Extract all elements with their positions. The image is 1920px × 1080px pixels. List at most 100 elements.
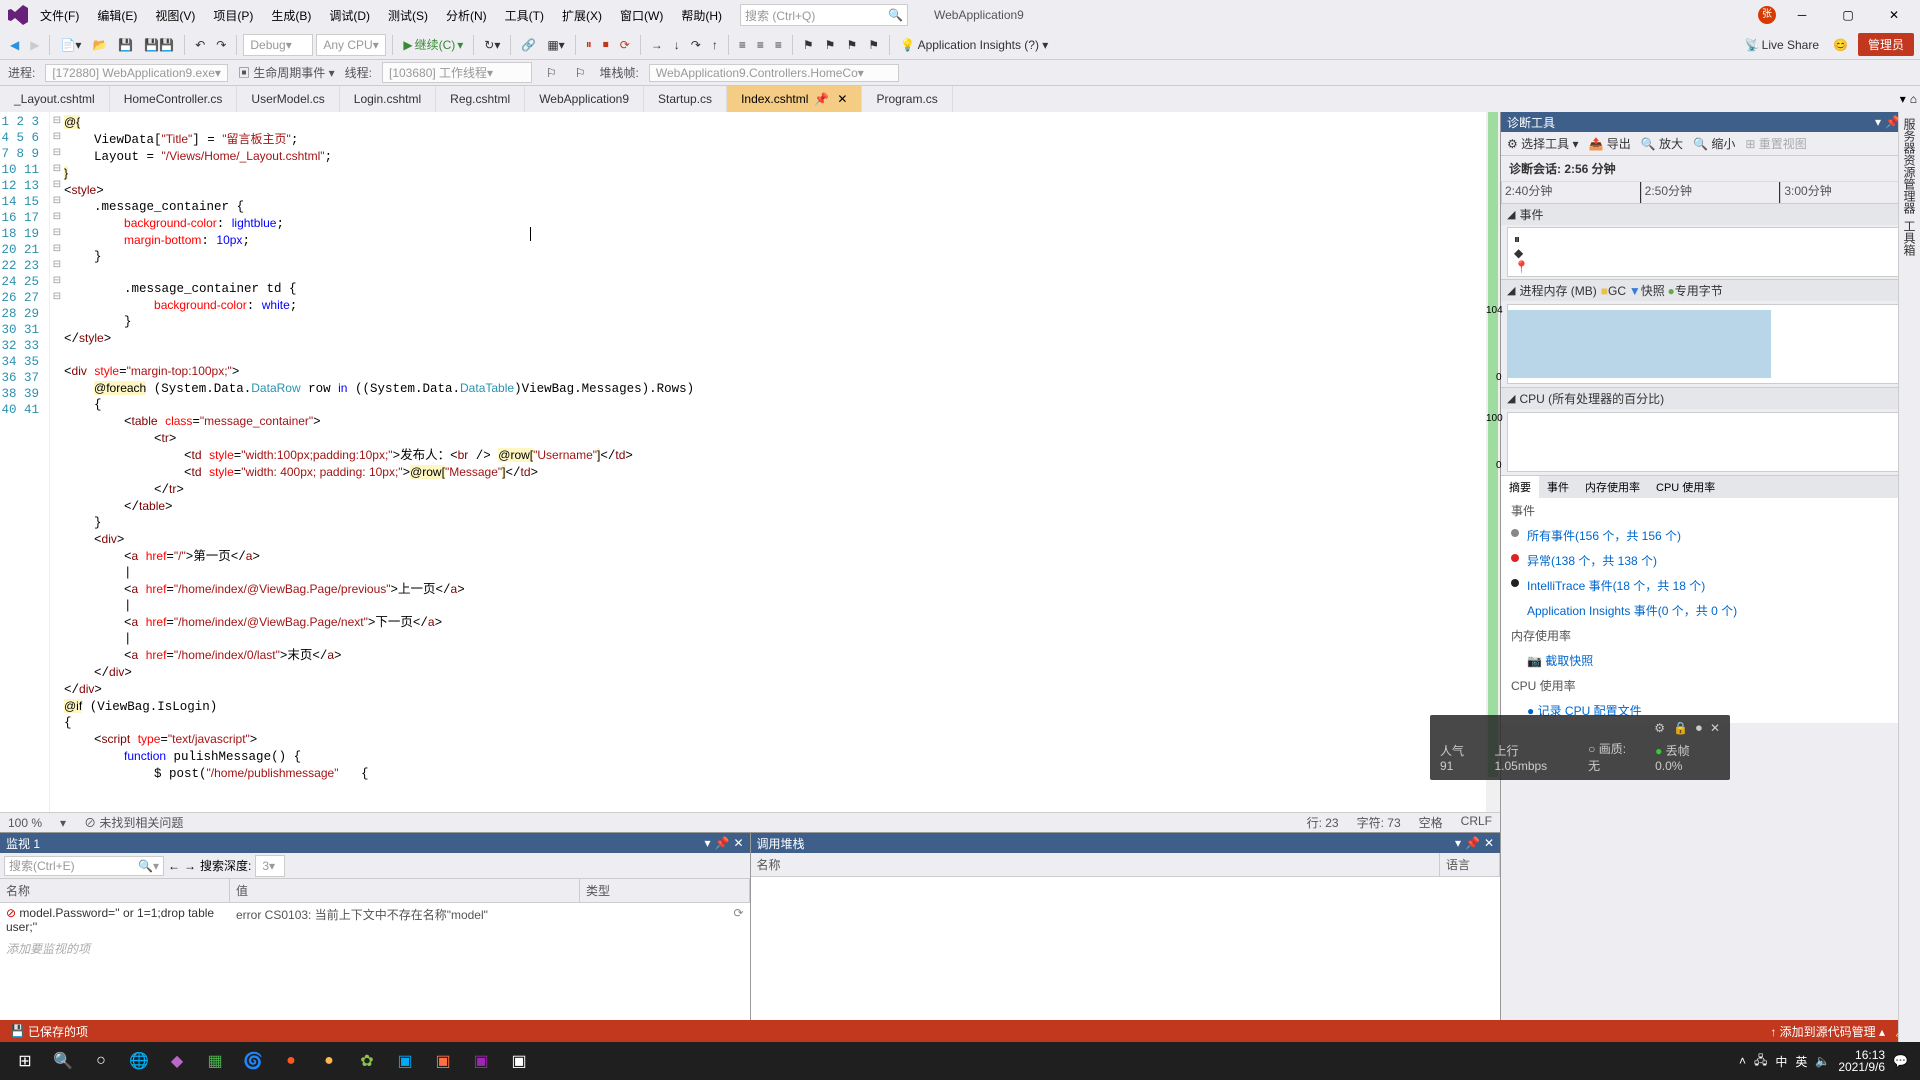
tab-summary[interactable]: 摘要	[1501, 476, 1539, 498]
app-icon[interactable]: ●	[272, 1042, 310, 1080]
add-to-source-control[interactable]: ↑ 添加到源代码管理 ▴	[1770, 1023, 1885, 1040]
undo-icon[interactable]: ↶	[191, 35, 209, 55]
taskbar-search-icon[interactable]: 🔍	[44, 1042, 82, 1080]
issues-indicator[interactable]: ⊘ 未找到相关问题	[84, 814, 183, 831]
nav-back-icon[interactable]: ◀	[6, 35, 23, 55]
doc-outline-icon[interactable]: ▦▾	[543, 35, 568, 55]
restart-debug-icon[interactable]: ⟳	[616, 35, 634, 55]
config-combo[interactable]: Debug ▾	[243, 34, 313, 56]
tab-login[interactable]: Login.cshtml	[340, 86, 436, 112]
depth-combo[interactable]: 3 ▾	[255, 855, 285, 877]
panel-dropdown-icon[interactable]: ▾	[1875, 115, 1881, 129]
panel-close-icon[interactable]: ✕	[1484, 836, 1494, 850]
eol-mode[interactable]: CRLF	[1461, 814, 1492, 831]
app-icon[interactable]: ▣	[424, 1042, 462, 1080]
export-button[interactable]: 📤 导出	[1588, 135, 1630, 152]
col-lang[interactable]: 语言	[1440, 853, 1500, 876]
tab-index-active[interactable]: Index.cshtml📌✕	[727, 86, 862, 112]
edge-icon[interactable]: 🌀	[234, 1042, 272, 1080]
search-input[interactable]: 搜索 (Ctrl+Q) 🔍	[740, 4, 908, 26]
callstack-grid[interactable]: 名称 语言	[751, 853, 1501, 1020]
watch-row-name[interactable]: model.Password='' or 1=1;drop table user…	[6, 906, 214, 934]
refresh-icon[interactable]: ⟳	[580, 903, 750, 937]
cpu-chart[interactable]: 100 100 0 0	[1507, 412, 1914, 472]
app-insights-button[interactable]: 💡 Application Insights (?) ▾	[896, 35, 1052, 55]
tab-reg[interactable]: Reg.cshtml	[436, 86, 525, 112]
cortana-icon[interactable]: ○	[82, 1042, 120, 1080]
tab-dropdown-icon[interactable]: ▾	[1900, 92, 1906, 106]
memory-chart[interactable]: 104 104 0 0	[1507, 304, 1914, 384]
menu-analyze[interactable]: 分析(N)	[438, 3, 495, 28]
bookmark-icon[interactable]: ⚑	[799, 35, 818, 55]
step-out-icon[interactable]: ↑	[708, 35, 722, 55]
tab-homecontroller[interactable]: HomeController.cs	[110, 86, 238, 112]
stop-icon[interactable]: ⏹	[599, 34, 613, 55]
zoom-in-button[interactable]: 🔍 放大	[1641, 135, 1683, 152]
continue-button[interactable]: ▶ 继续(C) ▾	[399, 33, 467, 56]
panel-pin-icon[interactable]: 📌	[1465, 836, 1480, 850]
panel-dropdown-icon[interactable]: ▾	[704, 836, 710, 850]
menu-view[interactable]: 视图(V)	[147, 3, 203, 28]
show-next-stmt-icon[interactable]: →	[647, 35, 667, 55]
col-name[interactable]: 名称	[751, 853, 1441, 876]
browser-link-icon[interactable]: 🔗	[517, 35, 540, 55]
ime-en[interactable]: 英	[1795, 1053, 1807, 1070]
menu-file[interactable]: 文件(F)	[32, 3, 87, 28]
indent-less-icon[interactable]: ≡	[735, 35, 750, 55]
tab-webapp[interactable]: WebApplication9	[525, 86, 644, 112]
overlay-settings-icon[interactable]: ⚙	[1654, 721, 1665, 736]
menu-edit[interactable]: 编辑(E)	[89, 3, 145, 28]
events-all-link[interactable]: 所有事件(156 个，共 156 个)	[1501, 523, 1920, 548]
bookmark-clear-icon[interactable]: ⚑	[864, 35, 883, 55]
search-back-icon[interactable]: ←	[168, 859, 180, 873]
step-over-icon[interactable]: ↷	[687, 35, 705, 55]
tray-chevron-icon[interactable]: ˄	[1739, 1054, 1746, 1068]
col-value[interactable]: 值	[230, 879, 580, 902]
menu-build[interactable]: 生成(B)	[263, 3, 319, 28]
events-appinsights-link[interactable]: Application Insights 事件(0 个，共 0 个)	[1501, 598, 1920, 623]
overlay-lock-icon[interactable]: 🔒	[1673, 721, 1688, 736]
feedback-icon[interactable]: 😊	[1829, 35, 1852, 55]
bookmark-prev-icon[interactable]: ⚑	[821, 35, 840, 55]
nav-fwd-icon[interactable]: ▶	[26, 35, 43, 55]
app-icon[interactable]: ✿	[348, 1042, 386, 1080]
menu-help[interactable]: 帮助(H)	[673, 3, 730, 28]
save-icon[interactable]: 💾	[114, 35, 137, 55]
maximize-button[interactable]: ▢	[1828, 1, 1868, 29]
take-snapshot-link[interactable]: 📷 截取快照	[1501, 648, 1920, 673]
menu-tools[interactable]: 工具(T)	[497, 3, 552, 28]
action-center-icon[interactable]: 💬	[1893, 1054, 1908, 1068]
close-button[interactable]: ✕	[1874, 1, 1914, 29]
close-tab-icon[interactable]: ✕	[837, 92, 847, 106]
menu-ext[interactable]: 扩展(X)	[554, 3, 610, 28]
timeline-ruler[interactable]: 2:40分钟 2:50分钟 3:00分钟	[1501, 182, 1920, 204]
select-tools-button[interactable]: ⚙ 选择工具 ▾	[1507, 135, 1578, 152]
tab-layout[interactable]: _Layout.cshtml	[0, 86, 110, 112]
tab-server-explorer[interactable]: 服务器资源管理器	[1901, 118, 1918, 214]
app-icon[interactable]: ▣	[500, 1042, 538, 1080]
chrome-icon[interactable]: 🌐	[120, 1042, 158, 1080]
comment-icon[interactable]: ≡	[771, 35, 786, 55]
tab-usermodel[interactable]: UserModel.cs	[237, 86, 339, 112]
zoom-out-button[interactable]: 🔍 缩小	[1693, 135, 1735, 152]
reset-view-button[interactable]: ⊞ 重置视图	[1745, 135, 1806, 152]
system-tray[interactable]: ˄ 🖧 中 英 🔈 16:13 2021/9/6 💬	[1739, 1049, 1914, 1073]
menu-window[interactable]: 窗口(W)	[612, 3, 671, 28]
vs-icon[interactable]: ◆	[158, 1042, 196, 1080]
minimize-button[interactable]: ─	[1782, 1, 1822, 29]
tab-cpu[interactable]: CPU 使用率	[1648, 476, 1723, 498]
search-fwd-icon[interactable]: →	[184, 859, 196, 873]
tab-events[interactable]: 事件	[1539, 476, 1577, 498]
thread-combo[interactable]: [103680] 工作线程 ▾	[382, 62, 532, 83]
pause-icon[interactable]: ⏸	[582, 34, 596, 55]
stackframe-combo[interactable]: WebApplication9.Controllers.HomeCo ▾	[649, 64, 899, 82]
add-watch-hint[interactable]: 添加要监视的项	[0, 937, 96, 960]
tab-memory[interactable]: 内存使用率	[1577, 476, 1648, 498]
panel-pin-icon[interactable]: 📌	[714, 836, 729, 850]
indent-mode[interactable]: 空格	[1419, 814, 1443, 831]
app-icon[interactable]: ●	[310, 1042, 348, 1080]
tab-startup[interactable]: Startup.cs	[644, 86, 727, 112]
thread-flag-icon[interactable]: ⚐	[542, 63, 561, 83]
live-share-button[interactable]: 📡 Live Share	[1741, 35, 1823, 55]
menu-debug[interactable]: 调试(D)	[321, 3, 378, 28]
